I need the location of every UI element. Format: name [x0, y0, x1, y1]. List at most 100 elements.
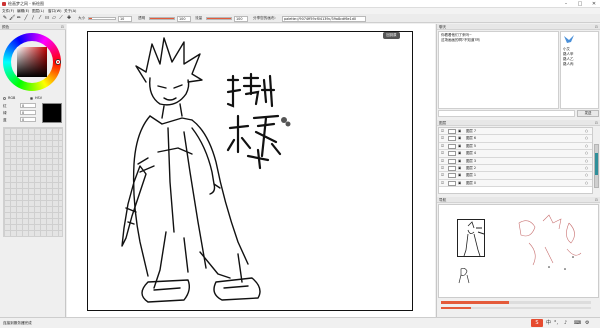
layer-thumbnail: [448, 136, 456, 142]
chat-panel-header: 聊天 ⊡: [437, 24, 600, 30]
layer-visibility-icon[interactable]: ☑: [441, 135, 444, 142]
layer-thumbnail: [448, 158, 456, 164]
opacity-value[interactable]: 100: [177, 15, 191, 22]
navigator-panel-pin-icon[interactable]: ⊡: [595, 197, 598, 203]
layer-thumbnail: [448, 129, 456, 134]
blue-value[interactable]: 0: [20, 117, 36, 122]
chat-panel-pin-icon[interactable]: ⊡: [595, 24, 598, 30]
layer-visibility-icon[interactable]: ☑: [441, 180, 444, 187]
layer-visibility-icon[interactable]: ☑: [441, 158, 444, 165]
status-text: 连接到服务器完成: [3, 321, 32, 325]
rotate-slider[interactable]: [441, 307, 591, 309]
color-swatch-grid[interactable]: [3, 127, 63, 237]
send-button[interactable]: 发送: [577, 110, 599, 117]
sketch-drawing: [121, 37, 291, 303]
layer-row[interactable]: ☑ ▣ 图层 7 ○: [439, 128, 592, 136]
ime-logo-icon[interactable]: S: [531, 319, 543, 327]
pen-tool-icon[interactable]: ✎: [2, 15, 8, 22]
layer-options-icon[interactable]: ○: [585, 180, 588, 187]
maximize-button[interactable]: □: [574, 0, 586, 8]
layers-panel-pin-icon[interactable]: ⊡: [595, 120, 598, 126]
size-value[interactable]: 10: [118, 15, 132, 22]
layer-name: 图层 3: [466, 158, 477, 163]
layer-row[interactable]: ☑ ▣ 图层 0 ○: [439, 179, 592, 188]
ime-punct-icon[interactable]: °,: [554, 319, 558, 327]
layer-name: 图层 6: [466, 136, 477, 141]
move-tool-icon[interactable]: ✚: [66, 15, 72, 22]
layer-visibility-icon[interactable]: ☑: [441, 165, 444, 172]
ime-mic-icon[interactable]: ♪: [564, 319, 567, 327]
layer-lock-icon[interactable]: ▣: [458, 150, 461, 157]
flow-value[interactable]: 100: [234, 15, 248, 22]
layer-lock-icon[interactable]: ▣: [458, 180, 461, 187]
green-value[interactable]: 0: [20, 110, 36, 115]
chat-messages: 你看看他们了来吗~ 这场画画的啊?不知道?吗: [438, 31, 559, 109]
share-room-input[interactable]: palette://9074ff59cf04139c/39a8cdf6e1d0: [282, 15, 366, 22]
eraser-tool-icon[interactable]: ▱: [51, 15, 57, 22]
layer-visibility-icon[interactable]: ☑: [441, 143, 444, 150]
marker-tool-icon[interactable]: ╱: [23, 15, 29, 22]
flow-slider[interactable]: [206, 17, 232, 20]
chat-message: 这场画画的啊?不知道?吗: [441, 38, 480, 42]
canvas-area[interactable]: 回到原: [67, 24, 435, 317]
layer-visibility-icon[interactable]: ☑: [441, 128, 444, 135]
layer-options-icon[interactable]: ○: [585, 128, 588, 135]
close-button[interactable]: ✕: [588, 0, 600, 8]
navigator-panel-title: 导航: [439, 198, 447, 202]
hsv-radio[interactable]: [30, 97, 33, 100]
window-title: 绘画梦之网 - 新绘图: [8, 1, 44, 6]
layer-lock-icon[interactable]: ▣: [458, 143, 461, 150]
layer-row[interactable]: ☑ ▣ 图层 1 ○: [439, 172, 592, 180]
size-slider[interactable]: [88, 17, 116, 20]
chat-panel-title: 聊天: [439, 25, 447, 29]
minimize-button[interactable]: –: [560, 0, 572, 8]
eyedropper-tool-icon[interactable]: ⟋: [58, 15, 64, 22]
saturation-value-square[interactable]: [17, 47, 47, 77]
ink-tool-icon[interactable]: ∕: [30, 15, 36, 22]
layer-lock-icon[interactable]: ▣: [458, 128, 461, 135]
smudge-tool-icon[interactable]: ⲽ: [44, 15, 50, 22]
hue-handle[interactable]: [56, 60, 60, 64]
layer-row[interactable]: ☑ ▣ 图层 2 ○: [439, 164, 592, 173]
layer-options-icon[interactable]: ○: [585, 165, 588, 172]
ime-settings-icon[interactable]: ⚙: [585, 319, 589, 327]
ime-mode-icon[interactable]: 中: [546, 319, 551, 327]
navigator-viewport[interactable]: [457, 219, 485, 257]
layer-lock-icon[interactable]: ▣: [458, 135, 461, 142]
layer-lock-icon[interactable]: ▣: [458, 172, 461, 179]
pencil-tool-icon[interactable]: ✏: [16, 15, 22, 22]
layer-options-icon[interactable]: ○: [585, 143, 588, 150]
chat-input[interactable]: [438, 110, 575, 117]
layer-lock-icon[interactable]: ▣: [458, 165, 461, 172]
current-color-swatch[interactable]: [42, 103, 62, 123]
layer-row[interactable]: ☑ ▣ 图层 4 ○: [439, 150, 592, 158]
color-panel-pin-icon[interactable]: ⊡: [61, 24, 64, 30]
layer-row[interactable]: ☑ ▣ 图层 3 ○: [439, 157, 592, 165]
zoom-slider[interactable]: [441, 301, 591, 304]
layer-visibility-icon[interactable]: ☑: [441, 172, 444, 179]
brush-tool-icon[interactable]: 🖌: [9, 15, 15, 22]
rgb-radio[interactable]: [3, 97, 6, 100]
bird-logo-icon: [563, 34, 575, 44]
app-icon: [2, 2, 6, 6]
layer-lock-icon[interactable]: ▣: [458, 158, 461, 165]
layer-row[interactable]: ☑ ▣ 图层 6 ○: [439, 135, 592, 143]
rgb-radio-label: RGB: [8, 96, 16, 100]
opacity-slider[interactable]: [149, 17, 175, 20]
layer-options-icon[interactable]: ○: [585, 172, 588, 179]
airbrush-tool-icon[interactable]: ⁄: [37, 15, 43, 22]
layer-options-icon[interactable]: ○: [585, 158, 588, 165]
user-entry[interactable]: 路人丙: [563, 62, 596, 67]
red-value[interactable]: 0: [20, 103, 36, 108]
layer-visibility-icon[interactable]: ☑: [441, 150, 444, 157]
size-label: 大小: [78, 16, 86, 20]
layer-row[interactable]: ☑ ▣ 图层 5 ○: [439, 142, 592, 151]
layer-options-icon[interactable]: ○: [585, 135, 588, 142]
drawing-paper[interactable]: [87, 31, 413, 311]
ime-keyboard-icon[interactable]: ⌨: [574, 319, 581, 327]
layer-options-icon[interactable]: ○: [585, 150, 588, 157]
navigator-preview[interactable]: [438, 204, 599, 298]
blue-label: 蓝: [3, 118, 7, 122]
layer-scrollbar[interactable]: [594, 144, 599, 188]
reset-view-button[interactable]: 回到原: [383, 32, 400, 39]
